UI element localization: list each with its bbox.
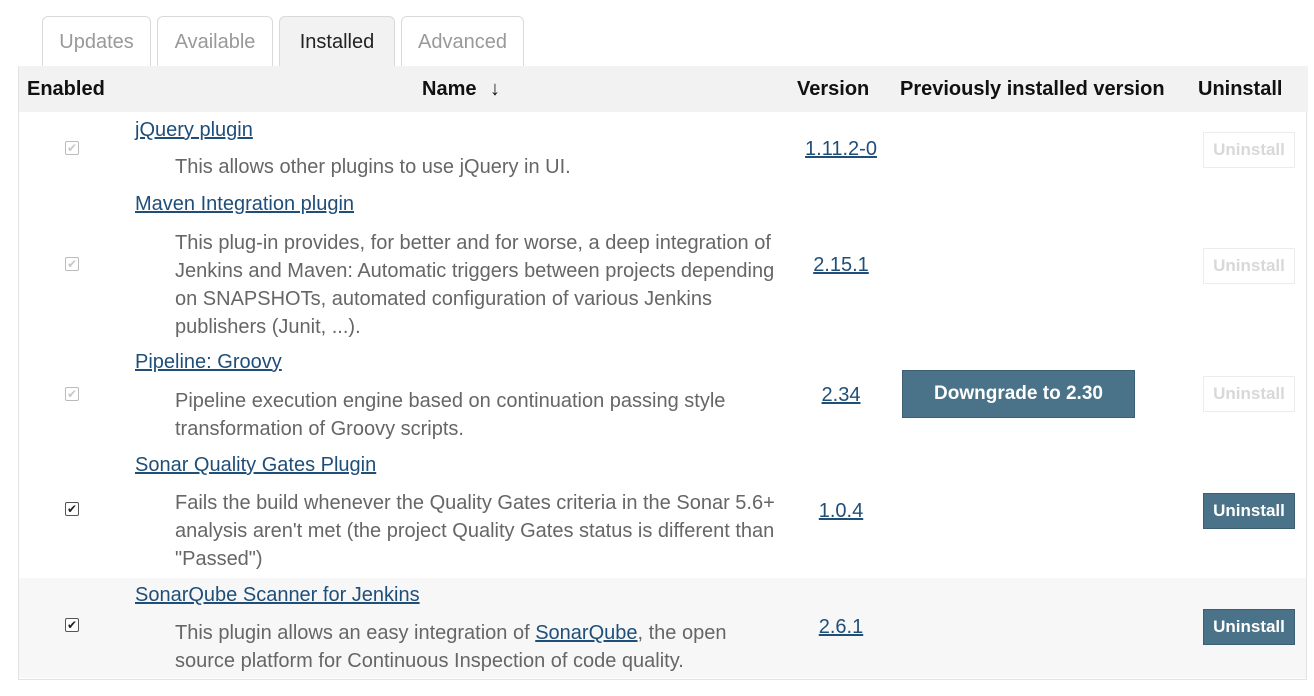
version-link[interactable]: 2.6.1 [781, 616, 901, 639]
uninstall-button[interactable]: Uninstall [1203, 248, 1295, 284]
plugin-description: Pipeline execution engine based on conti… [175, 390, 726, 440]
tab-installed[interactable]: Installed [279, 16, 395, 68]
sonarqube-link[interactable]: SonarQube [535, 622, 637, 644]
enabled-checkbox[interactable]: ✔ [65, 387, 79, 401]
table-row: ✔ SonarQube Scanner for Jenkins This plu… [19, 578, 1306, 678]
plugin-description: This plug-in provides, for better and fo… [175, 232, 775, 338]
version-link[interactable]: 2.15.1 [781, 254, 901, 277]
table-header: Enabled Name ↓ Version Previously instal… [19, 66, 1308, 112]
enabled-checkbox[interactable]: ✔ [65, 141, 79, 155]
uninstall-button[interactable]: Uninstall [1203, 609, 1295, 645]
sort-arrow-icon: ↓ [490, 78, 501, 100]
version-link[interactable]: 2.34 [781, 384, 901, 407]
enabled-checkbox[interactable]: ✔ [65, 618, 79, 632]
header-enabled[interactable]: Enabled [27, 78, 105, 101]
enabled-checkbox[interactable]: ✔ [65, 502, 79, 516]
plugin-description: This allows other plugins to use jQuery … [175, 156, 571, 178]
uninstall-button[interactable]: Uninstall [1203, 493, 1295, 529]
plugin-name-link[interactable]: Pipeline: Groovy [135, 351, 282, 374]
version-link[interactable]: 1.0.4 [781, 500, 901, 523]
enabled-checkbox[interactable]: ✔ [65, 257, 79, 271]
plugin-name-link[interactable]: jQuery plugin [135, 119, 253, 142]
tab-updates[interactable]: Updates [42, 16, 151, 68]
plugin-name-link[interactable]: Maven Integration plugin [135, 193, 354, 216]
header-name[interactable]: Name ↓ [422, 78, 500, 101]
uninstall-button[interactable]: Uninstall [1203, 376, 1295, 412]
uninstall-button[interactable]: Uninstall [1203, 132, 1295, 168]
installed-plugins-table: Enabled Name ↓ Version Previously instal… [18, 66, 1308, 680]
header-version[interactable]: Version [797, 78, 869, 101]
plugin-name-link[interactable]: SonarQube Scanner for Jenkins [135, 584, 420, 607]
plugin-description: This plugin allows an easy integration o… [175, 622, 727, 672]
table-row: ✔ Pipeline: Groovy Pipeline execution en… [19, 348, 1306, 450]
header-uninstall[interactable]: Uninstall [1198, 78, 1282, 101]
header-previous-version[interactable]: Previously installed version [900, 78, 1165, 101]
tab-bar: Updates Available Installed Advanced [42, 16, 530, 68]
table-row: ✔ Sonar Quality Gates Plugin Fails the b… [19, 450, 1306, 578]
downgrade-button[interactable]: Downgrade to 2.30 [902, 370, 1135, 418]
version-link[interactable]: 1.11.2-0 [781, 138, 901, 161]
table-row: ✔ Maven Integration plugin This plug-in … [19, 192, 1306, 348]
tab-available[interactable]: Available [157, 16, 273, 68]
plugin-name-link[interactable]: Sonar Quality Gates Plugin [135, 454, 376, 477]
tab-advanced[interactable]: Advanced [401, 16, 524, 68]
plugin-description: Fails the build whenever the Quality Gat… [175, 492, 775, 570]
table-row: ✔ jQuery plugin This allows other plugin… [19, 112, 1306, 192]
